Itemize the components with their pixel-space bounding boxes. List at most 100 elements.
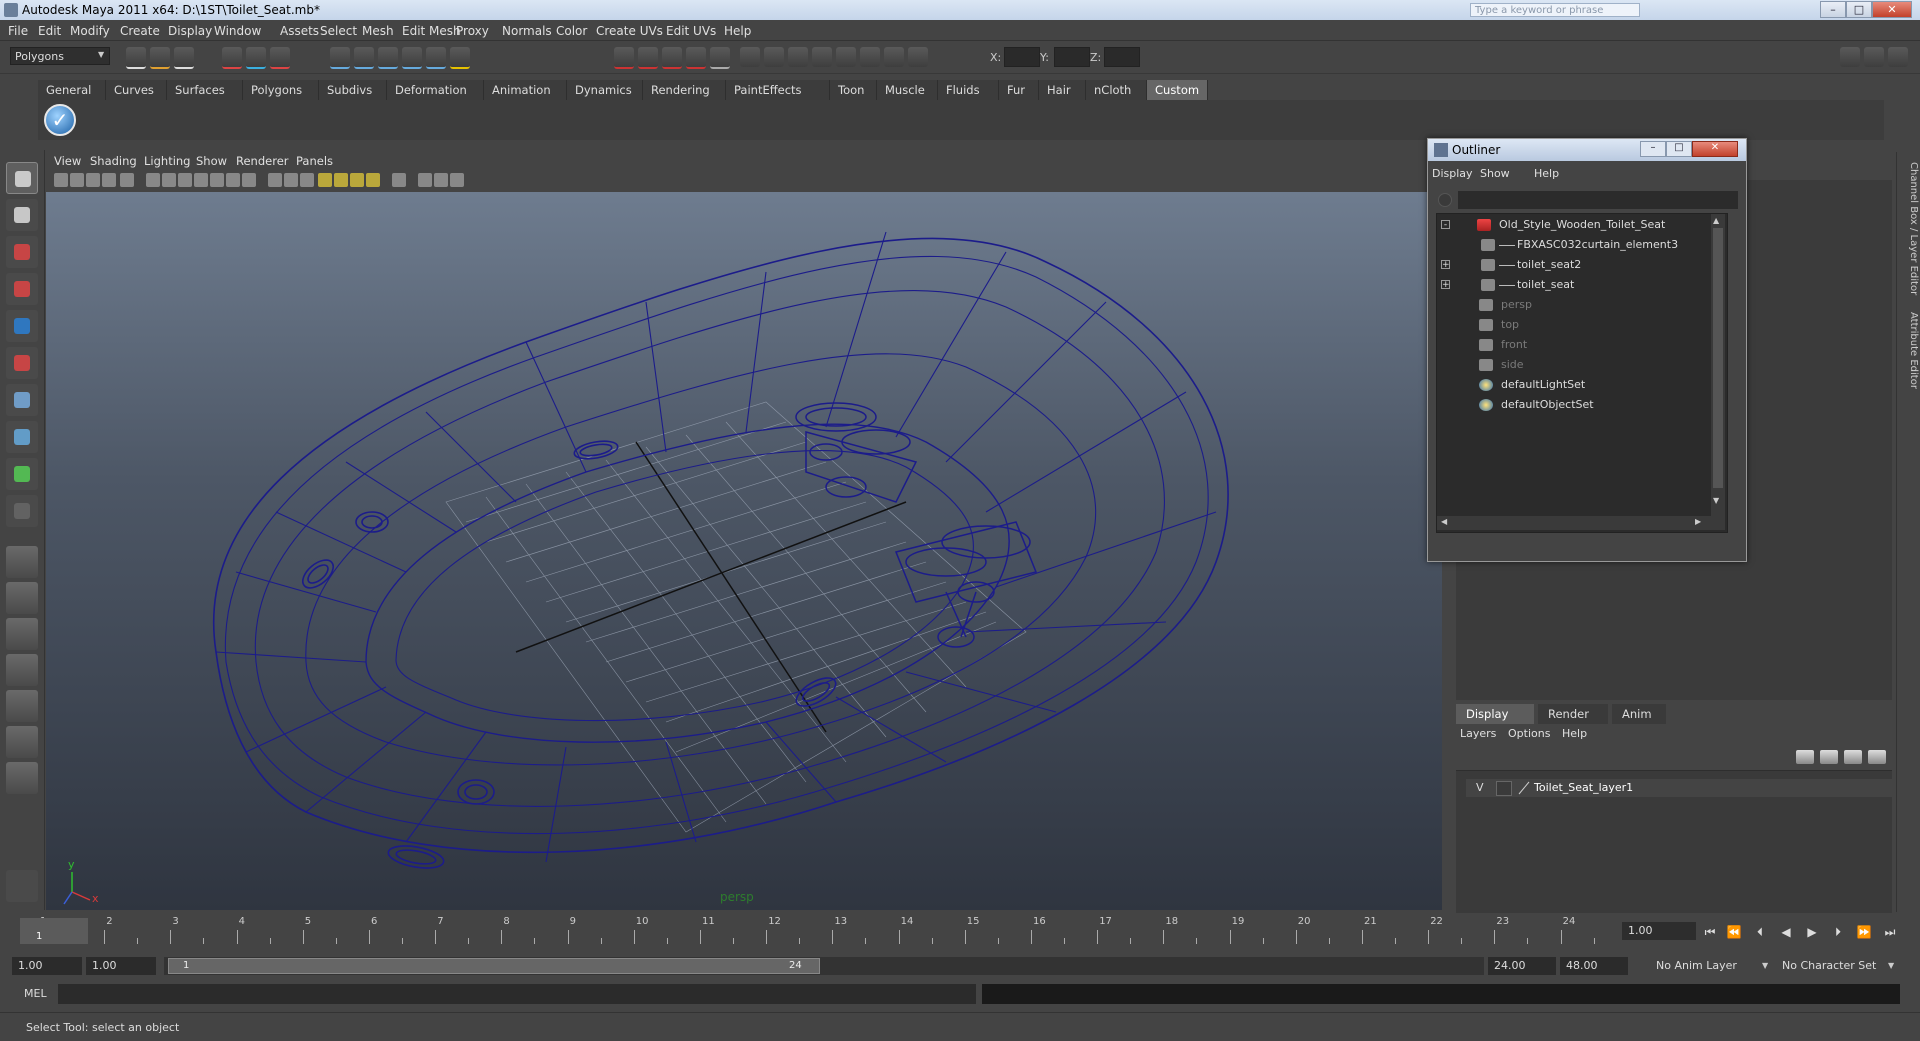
outliner-maximize-button[interactable]: □ — [1666, 141, 1692, 157]
go-to-start-icon[interactable]: ⏮ — [1700, 924, 1720, 940]
ipr-render-icon[interactable] — [638, 47, 658, 69]
maya-app-icon[interactable] — [4, 3, 18, 17]
layer-menu-options[interactable]: Options — [1508, 727, 1550, 740]
last-tool-icon[interactable] — [6, 495, 38, 527]
menu-edit-mesh[interactable]: Edit Mesh — [402, 24, 461, 38]
outliner-item[interactable]: FBXASC032curtain_element3 — [1437, 236, 1707, 254]
window-minimize-button[interactable]: – — [1820, 1, 1846, 18]
range-slider-thumb[interactable]: 1 24 — [168, 958, 820, 974]
render-tool-icon-7[interactable] — [884, 47, 904, 67]
layer-row[interactable]: V Toilet_Seat_layer1 — [1466, 779, 1892, 797]
select-tool-icon[interactable] — [6, 162, 38, 194]
character-set-dropdown[interactable]: No Character Set — [1776, 957, 1886, 975]
shelf-tab-deformation[interactable]: Deformation — [387, 80, 484, 100]
outliner-menu-show[interactable]: Show — [1480, 167, 1510, 180]
rotate-tool-icon[interactable] — [6, 310, 38, 342]
mel-command-input[interactable] — [58, 984, 976, 1004]
paint-select-tool-icon[interactable] — [6, 236, 38, 268]
shelf-tab-toon[interactable]: Toon — [830, 80, 877, 100]
step-back-frame-icon[interactable]: ⏪ — [1724, 924, 1744, 940]
universal-manipulator-icon[interactable] — [6, 384, 38, 416]
time-slider[interactable]: 123456789101112131415161718192021222324 — [12, 914, 1620, 946]
gate-mask-icon[interactable] — [194, 173, 208, 187]
resolution-gate-icon[interactable] — [178, 173, 192, 187]
menu-edit-uvs[interactable]: Edit UVs — [666, 24, 716, 38]
current-frame-field[interactable]: 1.00 — [1622, 922, 1696, 940]
hypershade-layout-icon[interactable] — [6, 690, 38, 722]
menu-color[interactable]: Color — [556, 24, 587, 38]
layer-template-toggle[interactable] — [1496, 781, 1512, 796]
step-back-key-icon[interactable]: ⏴ — [1750, 924, 1770, 940]
viewport-menu-view[interactable]: View — [54, 154, 81, 168]
shelf-tab-curves[interactable]: Curves — [106, 80, 167, 100]
menu-help[interactable]: Help — [724, 24, 751, 38]
end-time-field[interactable]: 48.00 — [1560, 957, 1628, 975]
outliner-vertical-scrollbar[interactable]: ▲ ▼ — [1711, 214, 1725, 530]
render-settings-icon[interactable] — [662, 47, 682, 69]
expand-icon[interactable]: + — [1441, 280, 1450, 290]
single-pane-layout-icon[interactable] — [6, 546, 38, 578]
snap-live-icon[interactable] — [426, 47, 446, 69]
layer-tab-render[interactable]: Render — [1538, 704, 1608, 724]
scroll-down-icon[interactable]: ▼ — [1713, 496, 1719, 505]
menu-normals[interactable]: Normals — [502, 24, 552, 38]
scale-tool-icon[interactable] — [6, 347, 38, 379]
outliner-title-bar[interactable]: Outliner – □ ✕ — [1428, 139, 1746, 161]
coord-y-field[interactable] — [1054, 47, 1090, 67]
render-tool-icon-2[interactable] — [764, 47, 784, 67]
shelf-tab-ncloth[interactable]: nCloth — [1086, 80, 1147, 100]
layer-menu-layers[interactable]: Layers — [1460, 727, 1496, 740]
anim-layer-dropdown[interactable]: No Anim Layer — [1650, 957, 1760, 975]
film-gate-icon[interactable] — [162, 173, 176, 187]
shelf-tab-painteffects[interactable]: PaintEffects — [726, 80, 830, 100]
go-to-end-icon[interactable]: ⏭ — [1880, 924, 1900, 940]
menu-create[interactable]: Create — [120, 24, 160, 38]
safe-title-icon[interactable] — [242, 173, 256, 187]
lasso-tool-icon[interactable] — [6, 199, 38, 231]
snap-curve-icon[interactable] — [354, 47, 374, 69]
outliner-item[interactable]: + toilet_seat2 — [1437, 256, 1707, 274]
menu-select[interactable]: Select — [320, 24, 357, 38]
layer-visibility-toggle[interactable]: V — [1476, 781, 1484, 794]
hypershade-icon[interactable] — [686, 47, 706, 69]
scroll-up-icon[interactable]: ▲ — [1713, 216, 1719, 225]
current-time-marker[interactable]: 1 — [20, 918, 88, 944]
outliner-horizontal-scrollbar[interactable]: ◀ ▶ — [1437, 516, 1711, 530]
collapse-icon[interactable]: - — [1441, 220, 1450, 230]
shelf-tab-polygons[interactable]: Polygons — [243, 80, 319, 100]
menu-edit[interactable]: Edit — [38, 24, 61, 38]
snap-view-icon[interactable] — [402, 47, 422, 69]
use-all-lights-icon[interactable] — [318, 173, 332, 187]
attribute-editor-tab[interactable]: Attribute Editor — [1899, 312, 1919, 389]
new-scene-icon[interactable] — [126, 47, 146, 69]
layer-color-icon[interactable] — [1518, 781, 1530, 795]
window-maximize-button[interactable]: □ — [1846, 1, 1872, 18]
toggle-attribute-editor-icon[interactable] — [1840, 47, 1860, 67]
layer-tab-display[interactable]: Display — [1456, 704, 1534, 724]
window-close-button[interactable]: ✕ — [1872, 1, 1912, 18]
play-backwards-icon[interactable]: ◀ — [1776, 924, 1796, 940]
scrollbar-thumb[interactable] — [1713, 228, 1723, 488]
outliner-item[interactable]: + toilet_seat — [1437, 276, 1707, 294]
step-forward-frame-icon[interactable]: ⏩ — [1854, 924, 1874, 940]
menu-mesh[interactable]: Mesh — [362, 24, 394, 38]
menu-window[interactable]: Window — [214, 24, 261, 38]
shelf-tab-surfaces[interactable]: Surfaces — [167, 80, 243, 100]
save-scene-icon[interactable] — [174, 47, 194, 69]
safe-action-icon[interactable] — [226, 173, 240, 187]
wireframe-icon[interactable] — [268, 173, 282, 187]
menu-file[interactable]: File — [8, 24, 28, 38]
viewport-menu-lighting[interactable]: Lighting — [144, 154, 190, 168]
shelf-tab-subdivs[interactable]: Subdivs — [319, 80, 387, 100]
light-icon[interactable] — [366, 173, 380, 187]
shelf-tab-hair[interactable]: Hair — [1039, 80, 1086, 100]
wireframe-on-shaded-icon[interactable] — [434, 173, 448, 187]
bookmark-icon[interactable] — [86, 173, 100, 187]
open-scene-icon[interactable] — [150, 47, 170, 69]
dopesheet-hand-icon[interactable] — [6, 870, 38, 902]
two-d-pan-icon[interactable] — [120, 173, 134, 187]
outliner-item[interactable]: defaultObjectSet — [1437, 396, 1707, 414]
graph-persp-layout-icon[interactable] — [6, 654, 38, 686]
field-chart-icon[interactable] — [210, 173, 224, 187]
new-layer-selected-icon[interactable] — [1820, 750, 1838, 764]
